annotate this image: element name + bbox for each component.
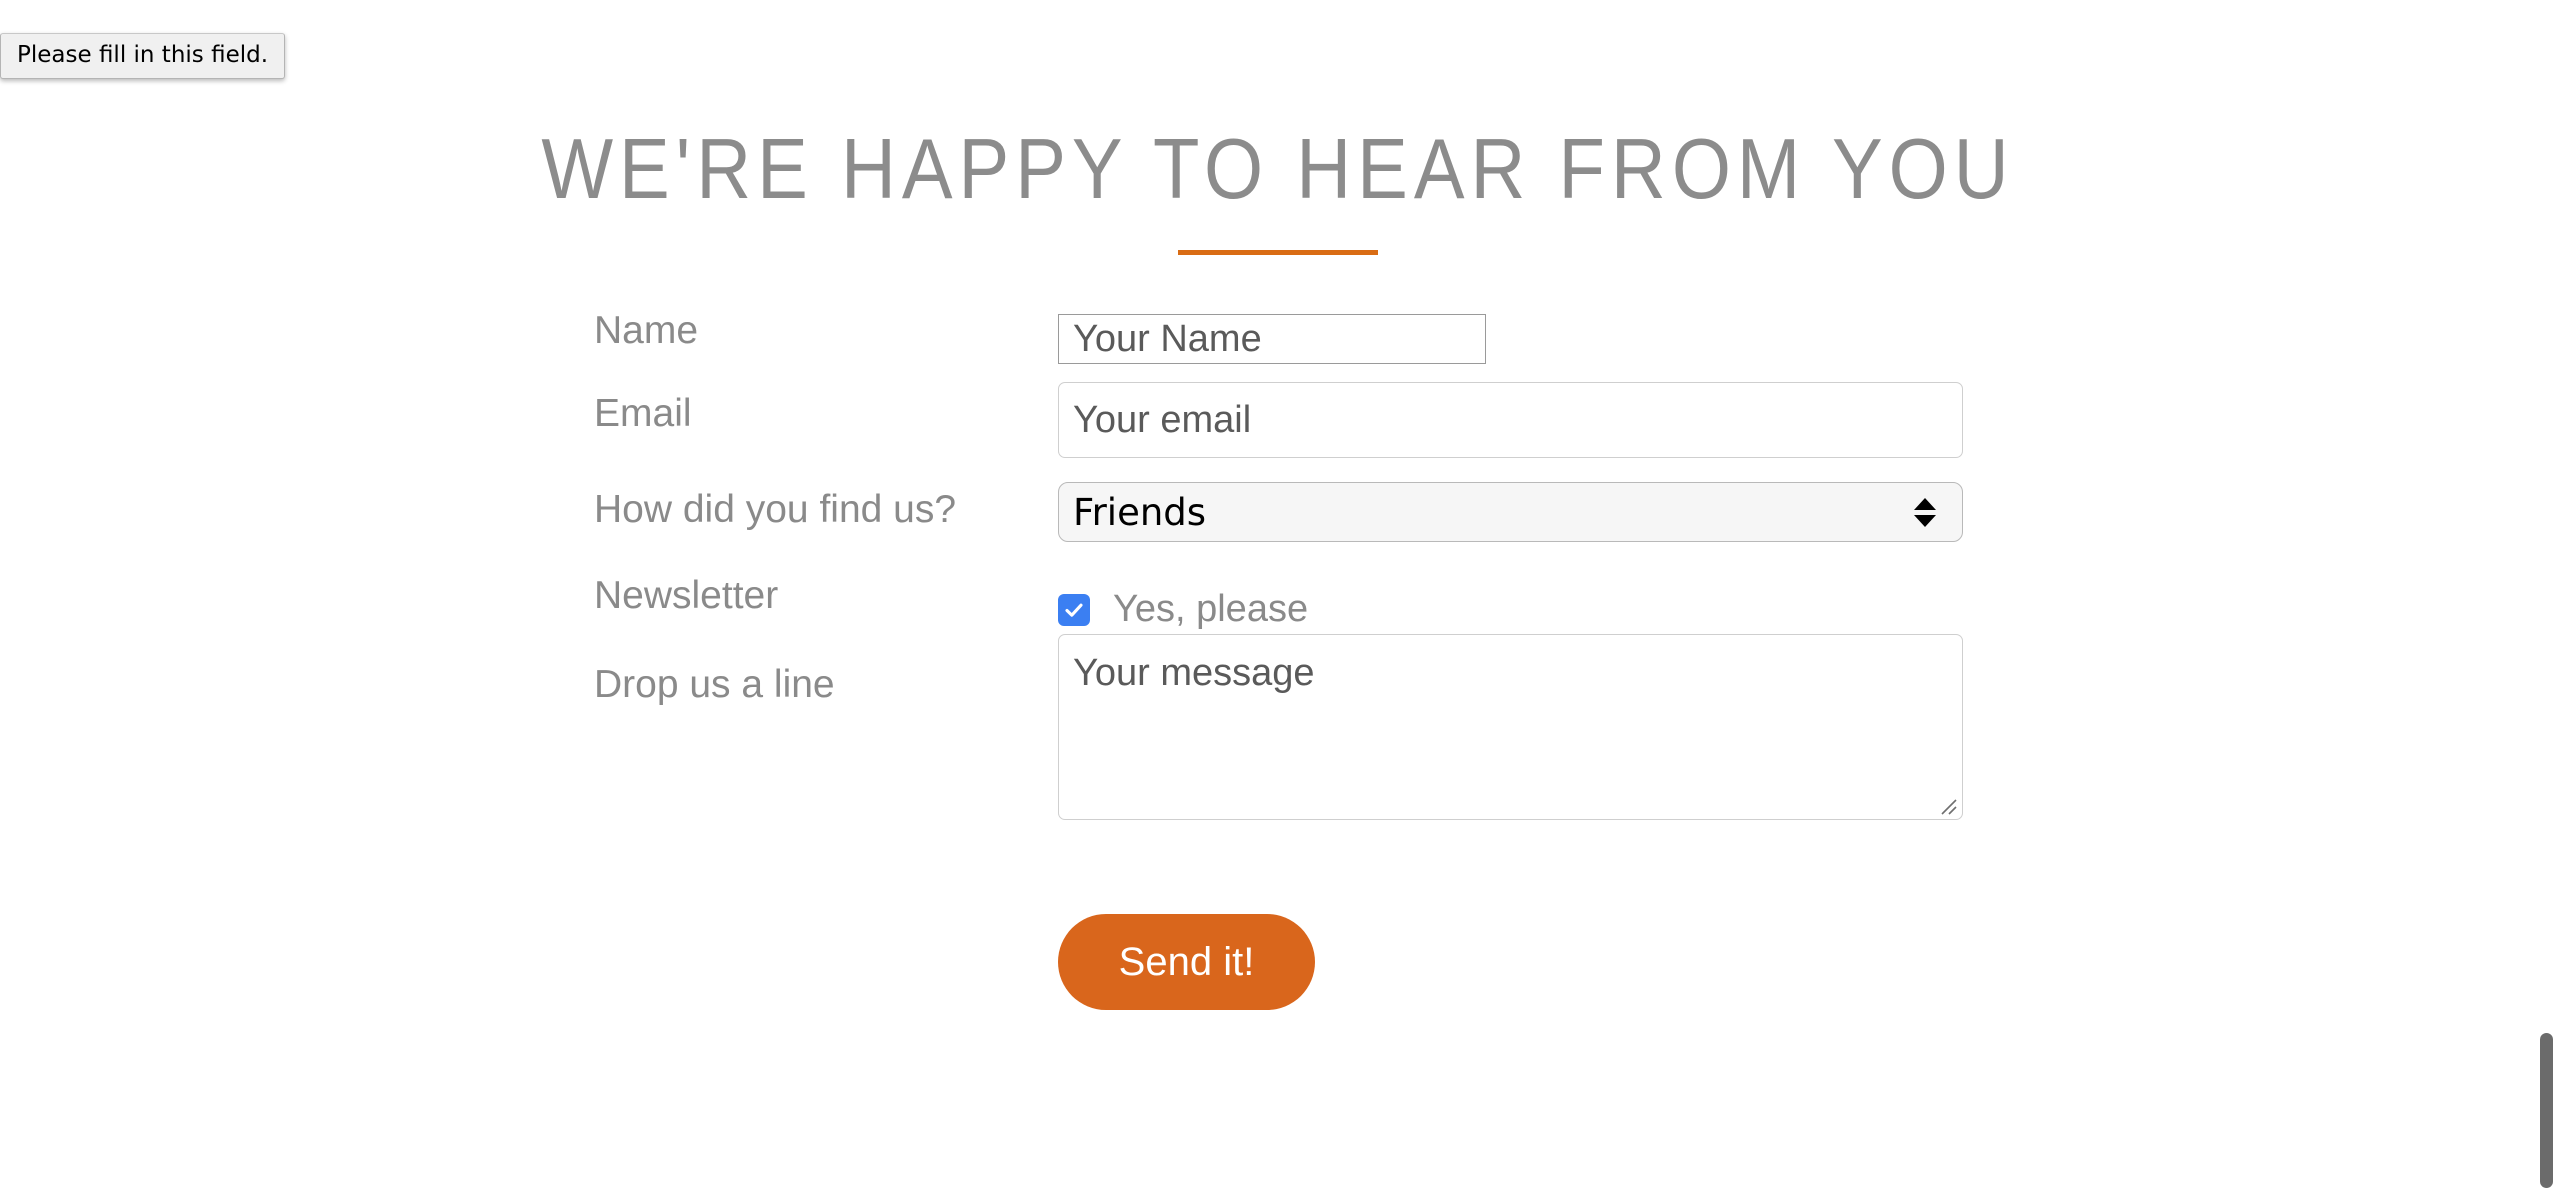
source-select-wrap: Friends	[1058, 482, 1963, 542]
chevron-up-icon	[1914, 497, 1936, 510]
message-textarea-wrap	[1058, 634, 1963, 820]
label-email: Email	[594, 392, 692, 435]
page-root: Please fill in this field. WE'RE HAPPY T…	[0, 0, 2556, 1188]
label-newsletter: Newsletter	[594, 574, 779, 617]
label-drop-us-a-line: Drop us a line	[594, 663, 835, 706]
control-message	[1058, 634, 1963, 820]
page-content: WE'RE HAPPY TO HEAR FROM YOU Name Email …	[0, 0, 2556, 1010]
control-submit: Send it!	[1058, 914, 1315, 1010]
control-name	[1058, 314, 1486, 364]
label-how-did-you-find-us: How did you find us?	[594, 488, 957, 531]
control-email	[1058, 382, 1963, 458]
newsletter-checkbox-row[interactable]: Yes, please	[1058, 588, 1308, 631]
source-select-value: Friends	[1073, 490, 1207, 534]
title-divider	[1178, 250, 1378, 255]
control-source: Friends	[1058, 482, 1963, 542]
page-scrollbar[interactable]	[2534, 0, 2556, 1188]
label-name: Name	[594, 309, 699, 352]
check-icon	[1065, 603, 1083, 617]
select-stepper-arrows-icon[interactable]	[1912, 497, 1938, 527]
control-newsletter: Yes, please	[1058, 588, 1308, 631]
send-it-button[interactable]: Send it!	[1058, 914, 1315, 1010]
validation-tooltip: Please fill in this field.	[0, 33, 286, 79]
newsletter-checkbox-label: Yes, please	[1113, 588, 1309, 630]
chevron-down-icon	[1914, 514, 1936, 527]
source-select[interactable]: Friends	[1058, 482, 1963, 542]
newsletter-checkbox[interactable]	[1058, 593, 1090, 626]
page-title: WE'RE HAPPY TO HEAR FROM YOU	[541, 122, 2015, 218]
name-input[interactable]	[1058, 314, 1486, 364]
message-textarea[interactable]	[1058, 634, 1963, 820]
page-scrollbar-thumb[interactable]	[2540, 1033, 2553, 1188]
email-input[interactable]	[1058, 382, 1963, 458]
